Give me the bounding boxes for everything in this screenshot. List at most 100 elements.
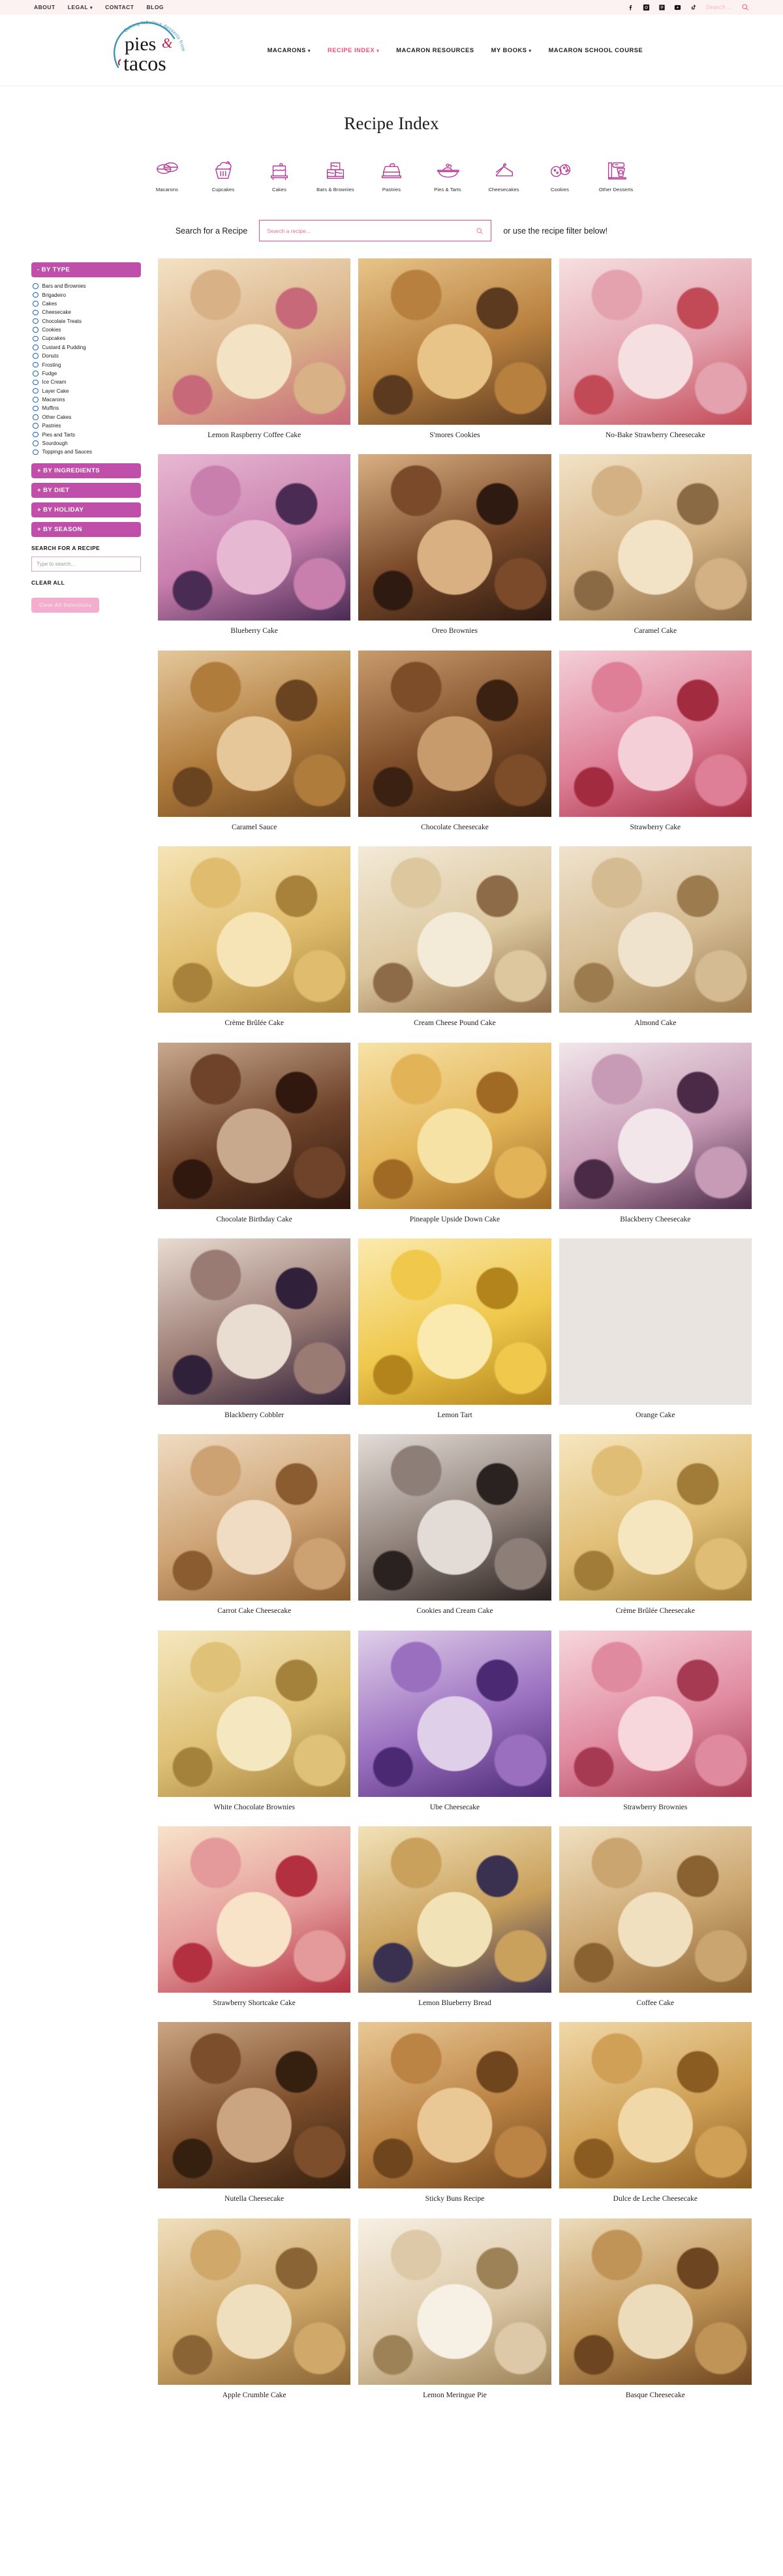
- instagram-icon[interactable]: [643, 4, 650, 11]
- recipe-thumbnail[interactable]: [158, 1042, 351, 1209]
- radio-icon[interactable]: [33, 301, 38, 307]
- category-cookies[interactable]: Cookies: [532, 159, 588, 192]
- topbar-link-contact[interactable]: CONTACT: [105, 4, 134, 10]
- filter-option-ice-cream[interactable]: Ice Cream: [33, 378, 141, 386]
- recipe-thumbnail[interactable]: [358, 650, 551, 817]
- recipe-card-dulce-de-leche-cheesecake[interactable]: Dulce de Leche Cheesecake: [559, 2022, 752, 2211]
- recipe-thumbnail[interactable]: [358, 1042, 551, 1209]
- category-bars-brownies[interactable]: Bars & Brownies: [307, 159, 363, 192]
- category-cupcakes[interactable]: Cupcakes: [195, 159, 251, 192]
- radio-icon[interactable]: [33, 292, 38, 298]
- recipe-card-apple-crumble-cake[interactable]: Apple Crumble Cake: [158, 2218, 351, 2408]
- filter-option-toppings-and-sauces[interactable]: Toppings and Sauces: [33, 448, 141, 456]
- recipe-thumbnail[interactable]: [158, 2218, 351, 2385]
- filter-header-ingredients[interactable]: + BY INGREDIENTS: [31, 463, 141, 478]
- filter-option-cookies[interactable]: Cookies: [33, 326, 141, 334]
- filter-option-cheesecake[interactable]: Cheesecake: [33, 308, 141, 316]
- radio-icon[interactable]: [33, 449, 38, 455]
- recipe-thumbnail[interactable]: [559, 258, 752, 425]
- recipe-card-chocolate-cheesecake[interactable]: Chocolate Cheesecake: [358, 650, 551, 840]
- radio-icon[interactable]: [33, 431, 38, 438]
- nav-item-macaron-school-course[interactable]: MACARON SCHOOL COURSE: [549, 47, 643, 54]
- recipe-card-pineapple-upside-down-cake[interactable]: Pineapple Upside Down Cake: [358, 1042, 551, 1232]
- tiktok-icon[interactable]: [690, 4, 697, 11]
- filter-option-fudge[interactable]: Fudge: [33, 369, 141, 378]
- category-other-desserts[interactable]: Other Desserts: [588, 159, 644, 192]
- filter-option-muffins[interactable]: Muffins: [33, 404, 141, 412]
- youtube-icon[interactable]: [674, 4, 681, 11]
- recipe-card-ube-cheesecake[interactable]: Ube Cheesecake: [358, 1630, 551, 1820]
- filter-option-custard-pudding[interactable]: Custard & Pudding: [33, 343, 141, 352]
- recipe-card-carrot-cake-cheesecake[interactable]: Carrot Cake Cheesecake: [158, 1434, 351, 1623]
- filter-option-sourdough[interactable]: Sourdough: [33, 439, 141, 448]
- radio-icon[interactable]: [33, 423, 38, 429]
- recipe-card-white-chocolate-brownies[interactable]: White Chocolate Brownies: [158, 1630, 351, 1820]
- filter-option-layer-cake[interactable]: Layer Cake: [33, 387, 141, 395]
- recipe-thumbnail[interactable]: [559, 1042, 752, 1209]
- nav-item-macaron-resources[interactable]: MACARON RESOURCES: [396, 47, 474, 54]
- pinterest-icon[interactable]: [658, 4, 666, 11]
- recipe-thumbnail[interactable]: [358, 2218, 551, 2385]
- recipe-thumbnail[interactable]: [158, 2022, 351, 2189]
- recipe-card-almond-cake[interactable]: Almond Cake: [559, 846, 752, 1035]
- radio-icon[interactable]: [33, 371, 38, 376]
- topbar-search-label[interactable]: Search ...: [705, 4, 733, 10]
- radio-icon[interactable]: [33, 440, 38, 446]
- radio-icon[interactable]: [33, 397, 38, 403]
- recipe-thumbnail[interactable]: [158, 846, 351, 1013]
- recipe-card-chocolate-birthday-cake[interactable]: Chocolate Birthday Cake: [158, 1042, 351, 1232]
- radio-icon[interactable]: [33, 361, 38, 368]
- recipe-thumbnail[interactable]: [158, 1630, 351, 1797]
- topbar-link-blog[interactable]: BLOG: [146, 4, 164, 10]
- radio-icon[interactable]: [33, 414, 38, 420]
- category-cheesecakes[interactable]: Cheesecakes: [476, 159, 532, 192]
- recipe-card-sticky-buns-recipe[interactable]: Sticky Buns Recipe: [358, 2022, 551, 2211]
- radio-icon[interactable]: [33, 345, 38, 350]
- filter-option-other-cakes[interactable]: Other Cakes: [33, 413, 141, 422]
- topbar-link-about[interactable]: ABOUT: [34, 4, 55, 10]
- facebook-icon[interactable]: [627, 4, 634, 11]
- recipe-thumbnail[interactable]: [158, 1238, 351, 1405]
- recipe-thumbnail[interactable]: [559, 650, 752, 817]
- recipe-thumbnail[interactable]: [559, 1630, 752, 1797]
- recipe-thumbnail[interactable]: [358, 1826, 551, 1993]
- recipe-card-no-bake-strawberry-cheesecake[interactable]: No-Bake Strawberry Cheesecake: [559, 258, 752, 448]
- recipe-card-cr-me-br-l-e-cake[interactable]: Crème Brûlée Cake: [158, 846, 351, 1035]
- category-cakes[interactable]: Cakes: [251, 159, 307, 192]
- filter-option-pies-and-tarts[interactable]: Pies and Tarts: [33, 430, 141, 438]
- recipe-thumbnail[interactable]: [559, 846, 752, 1013]
- recipe-card-coffee-cake[interactable]: Coffee Cake: [559, 1826, 752, 2016]
- recipe-thumbnail[interactable]: [358, 258, 551, 425]
- recipe-card-cr-me-br-l-e-cheesecake[interactable]: Crème Brûlée Cheesecake: [559, 1434, 752, 1623]
- nav-item-macarons[interactable]: MACARONS ▾: [268, 47, 311, 54]
- recipe-thumbnail[interactable]: [158, 1434, 351, 1601]
- radio-icon[interactable]: [33, 327, 38, 333]
- radio-icon[interactable]: [33, 318, 38, 324]
- recipe-thumbnail[interactable]: [559, 1238, 752, 1405]
- recipe-card-cream-cheese-pound-cake[interactable]: Cream Cheese Pound Cake: [358, 846, 551, 1035]
- topbar-link-legal[interactable]: LEGAL ▾: [68, 4, 93, 10]
- nav-item-recipe-index[interactable]: RECIPE INDEX ▾: [328, 47, 379, 54]
- recipe-thumbnail[interactable]: [358, 1630, 551, 1797]
- radio-icon[interactable]: [33, 283, 38, 289]
- clear-all-selections-button[interactable]: Clear All Selections: [31, 597, 100, 613]
- filter-header-by-type[interactable]: - BY TYPE: [31, 262, 141, 277]
- recipe-thumbnail[interactable]: [158, 650, 351, 817]
- recipe-card-cookies-and-cream-cake[interactable]: Cookies and Cream Cake: [358, 1434, 551, 1623]
- filter-option-brigadeiro[interactable]: Brigadeiro: [33, 290, 141, 299]
- recipe-card-lemon-tart[interactable]: Lemon Tart: [358, 1238, 551, 1428]
- search-icon[interactable]: [741, 3, 749, 11]
- recipe-card-strawberry-shortcake-cake[interactable]: Strawberry Shortcake Cake: [158, 1826, 351, 2016]
- recipe-thumbnail[interactable]: [358, 846, 551, 1013]
- recipe-thumbnail[interactable]: [559, 1826, 752, 1993]
- recipe-card-strawberry-brownies[interactable]: Strawberry Brownies: [559, 1630, 752, 1820]
- radio-icon[interactable]: [33, 353, 38, 359]
- recipe-thumbnail[interactable]: [358, 1238, 551, 1405]
- recipe-thumbnail[interactable]: [559, 454, 752, 621]
- category-pies-tarts[interactable]: Pies & Tarts: [420, 159, 476, 192]
- recipe-thumbnail[interactable]: [158, 454, 351, 621]
- filter-option-frosting[interactable]: Frosting: [33, 360, 141, 369]
- filter-option-cakes[interactable]: Cakes: [33, 299, 141, 308]
- search-input-wrapper[interactable]: [259, 220, 492, 241]
- recipe-card-blackberry-cobbler[interactable]: Blackberry Cobbler: [158, 1238, 351, 1428]
